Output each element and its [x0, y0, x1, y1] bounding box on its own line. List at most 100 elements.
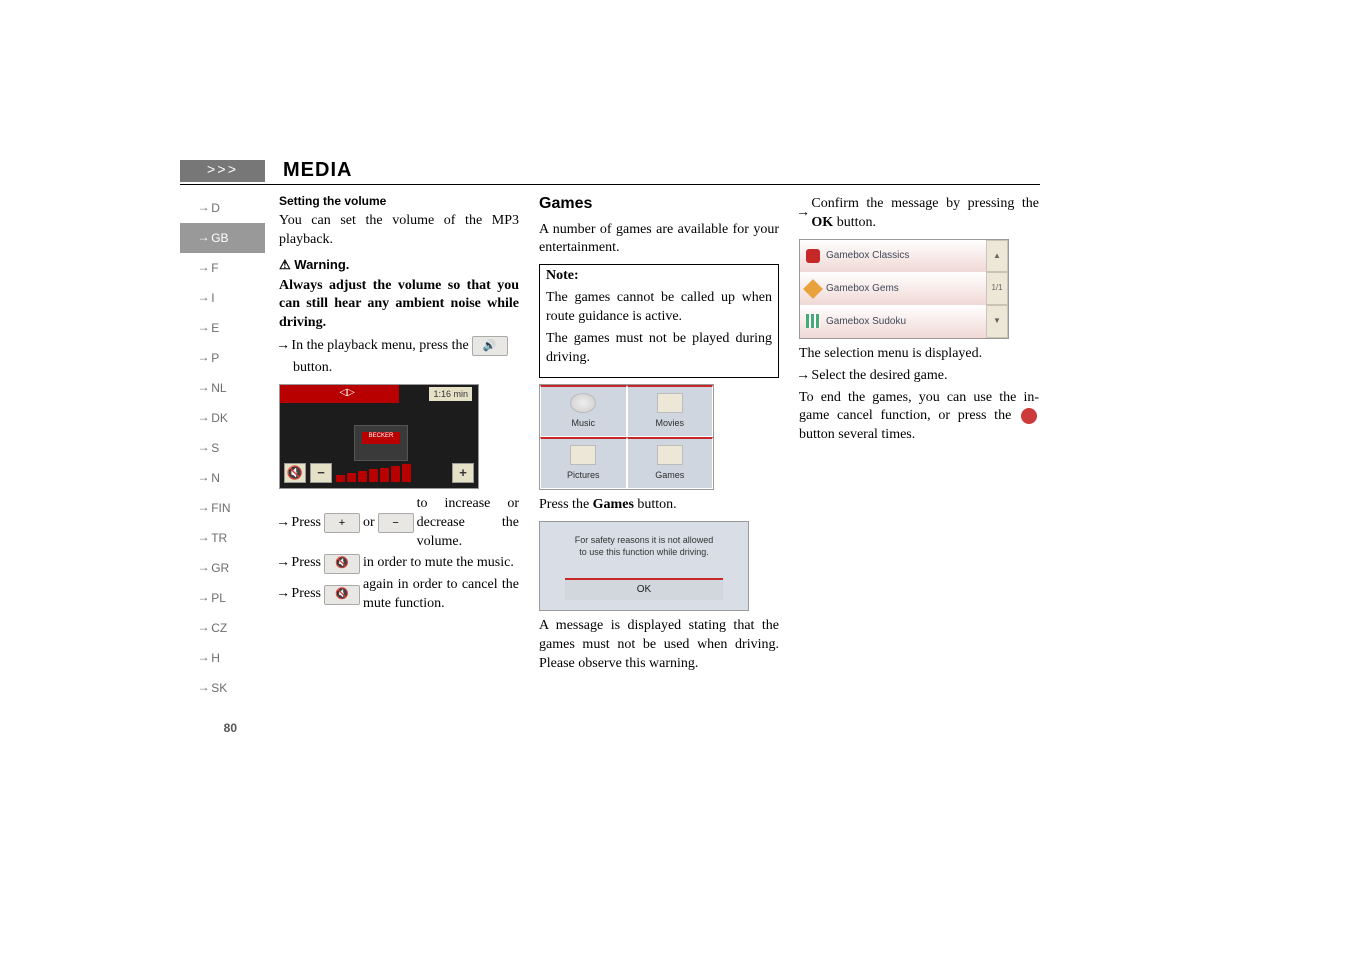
warning-title-text: Warning. [294, 257, 349, 272]
section-games: Games [539, 193, 779, 215]
note-text: The games must not be played during driv… [546, 330, 772, 368]
step-line: → Press + or − to increase or decrease t… [279, 495, 519, 552]
scrollbar[interactable]: ▲ 1/1 ▼ [986, 240, 1008, 338]
scroll-down-icon[interactable]: ▼ [986, 305, 1008, 338]
body-text: Press the Games button. [539, 496, 779, 515]
plus-icon: + [324, 513, 360, 533]
sidebar-item-label: DK [211, 411, 228, 425]
header-rule [180, 184, 1040, 185]
brand-label: BECKER [362, 432, 400, 444]
game-item-gems[interactable]: Gamebox Gems [800, 272, 986, 305]
sidebar-item-label: F [211, 261, 218, 275]
language-sidebar: →D →GB →F →I →E →P →NL →DK →S →N →FIN →T… [180, 193, 265, 735]
menu-pictures[interactable]: Pictures [540, 437, 627, 489]
screenshot-media-menu: Music Movies Pictures [539, 384, 714, 490]
mute-icon: 🔇 [324, 585, 360, 605]
sidebar-item-tr[interactable]: →TR [180, 523, 265, 553]
step-line: → Confirm the message by pressing the OK… [799, 195, 1039, 233]
sidebar-item-n[interactable]: →N [180, 463, 265, 493]
menu-games[interactable]: Games [627, 437, 714, 489]
sidebar-item-gb[interactable]: →GB [180, 223, 265, 253]
manual-page: >>> MEDIA →D →GB →F →I →E →P →NL →DK →S … [180, 160, 1040, 735]
page-title: MEDIA [283, 159, 352, 182]
sidebar-item-d[interactable]: →D [180, 193, 265, 223]
sidebar-item-nl[interactable]: →NL [180, 373, 265, 403]
device-image: BECKER [354, 425, 408, 461]
safety-message: For safety reasons it is not allowed to … [540, 522, 748, 559]
page-header: >>> MEDIA [180, 160, 1040, 182]
screenshot-volume-control: ◁▷ 1:16 min BECKER 🔇 − + [279, 384, 479, 489]
vol-plus-button[interactable]: + [452, 463, 474, 483]
game-item-sudoku[interactable]: Gamebox Sudoku [800, 305, 986, 338]
sidebar-item-dk[interactable]: →DK [180, 403, 265, 433]
gem-icon [803, 279, 823, 299]
body-text: The selection menu is displayed. [799, 345, 1039, 364]
joystick-icon [806, 249, 820, 263]
vol-minus-button[interactable]: − [310, 463, 332, 483]
menu-movies[interactable]: Movies [627, 385, 714, 437]
step-line: → Press 🔇 in order to mute the music. [279, 554, 519, 574]
warning-heading: ⚠ Warning. [279, 256, 519, 274]
header-arrows-icon: >>> [180, 160, 265, 182]
warning-body: Always adjust the volume so that you can… [279, 277, 519, 334]
sidebar-item-p[interactable]: →P [180, 343, 265, 373]
mute-icon: 🔇 [324, 554, 360, 574]
sidebar-item-label: E [211, 321, 219, 335]
sidebar-item-sk[interactable]: →SK [180, 673, 265, 703]
sidebar-item-fin[interactable]: →FIN [180, 493, 265, 523]
sidebar-item-label: NL [211, 381, 226, 395]
speaker-icon: 🔊 [472, 336, 508, 356]
sidebar-item-label: CZ [211, 621, 227, 635]
col-2: Games A number of games are available fo… [539, 193, 779, 735]
sidebar-item-e[interactable]: →E [180, 313, 265, 343]
sidebar-item-cz[interactable]: →CZ [180, 613, 265, 643]
screenshot-game-list: Gamebox Classics Gamebox Gems Gamebox Su… [799, 239, 1009, 339]
sidebar-item-label: FIN [211, 501, 230, 515]
scroll-position: 1/1 [986, 272, 1008, 305]
sidebar-item-label: D [211, 201, 220, 215]
content-columns: Setting the volume You can set the volum… [265, 193, 1039, 735]
sidebar-item-label: P [211, 351, 219, 365]
sidebar-item-i[interactable]: →I [180, 283, 265, 313]
clapper-icon [657, 393, 683, 413]
body-text: To end the games, you can use the in-gam… [799, 389, 1039, 446]
time-badge: 1:16 min [429, 387, 472, 401]
warning-icon: ⚠ [279, 256, 291, 274]
body-text: A message is displayed stating that the … [539, 617, 779, 674]
sidebar-item-label: GB [211, 231, 228, 245]
body-text: You can set the volume of the MP3 playba… [279, 212, 519, 250]
step-line: → Select the desired game. [799, 367, 1039, 386]
step-line: → Press 🔇 again in order to cancel the m… [279, 576, 519, 614]
note-text: The games cannot be called up when route… [546, 289, 772, 327]
step-line: → In the playback menu, press the 🔊 [279, 336, 519, 356]
sidebar-item-label: GR [211, 561, 229, 575]
sidebar-item-pl[interactable]: →PL [180, 583, 265, 613]
body-text: A number of games are available for your… [539, 221, 779, 259]
volume-bars [336, 464, 448, 482]
grid-icon [806, 314, 820, 328]
progress-bar: ◁▷ [280, 385, 399, 403]
sidebar-item-label: N [211, 471, 220, 485]
sidebar-item-label: SK [211, 681, 227, 695]
sidebar-item-label: PL [211, 591, 226, 605]
mute-button[interactable]: 🔇 [284, 463, 306, 483]
menu-music[interactable]: Music [540, 385, 627, 437]
sidebar-item-s[interactable]: →S [180, 433, 265, 463]
sidebar-item-label: TR [211, 531, 227, 545]
ok-button[interactable]: OK [565, 578, 723, 600]
sidebar-item-h[interactable]: →H [180, 643, 265, 673]
sidebar-item-f[interactable]: →F [180, 253, 265, 283]
game-item-classics[interactable]: Gamebox Classics [800, 240, 986, 273]
note-box: Note: The games cannot be called up when… [539, 264, 779, 377]
sidebar-item-label: S [211, 441, 219, 455]
sidebar-item-gr[interactable]: →GR [180, 553, 265, 583]
page-number: 80 [180, 721, 265, 735]
sidebar-item-label: I [211, 291, 214, 305]
scroll-up-icon[interactable]: ▲ [986, 240, 1008, 273]
minus-icon: − [378, 513, 414, 533]
col-3: → Confirm the message by pressing the OK… [799, 193, 1039, 735]
screenshot-safety-warning: For safety reasons it is not allowed to … [539, 521, 749, 611]
step-text: In the playback menu, press the [291, 337, 468, 356]
col-1: Setting the volume You can set the volum… [279, 193, 519, 735]
dice-icon [657, 445, 683, 465]
